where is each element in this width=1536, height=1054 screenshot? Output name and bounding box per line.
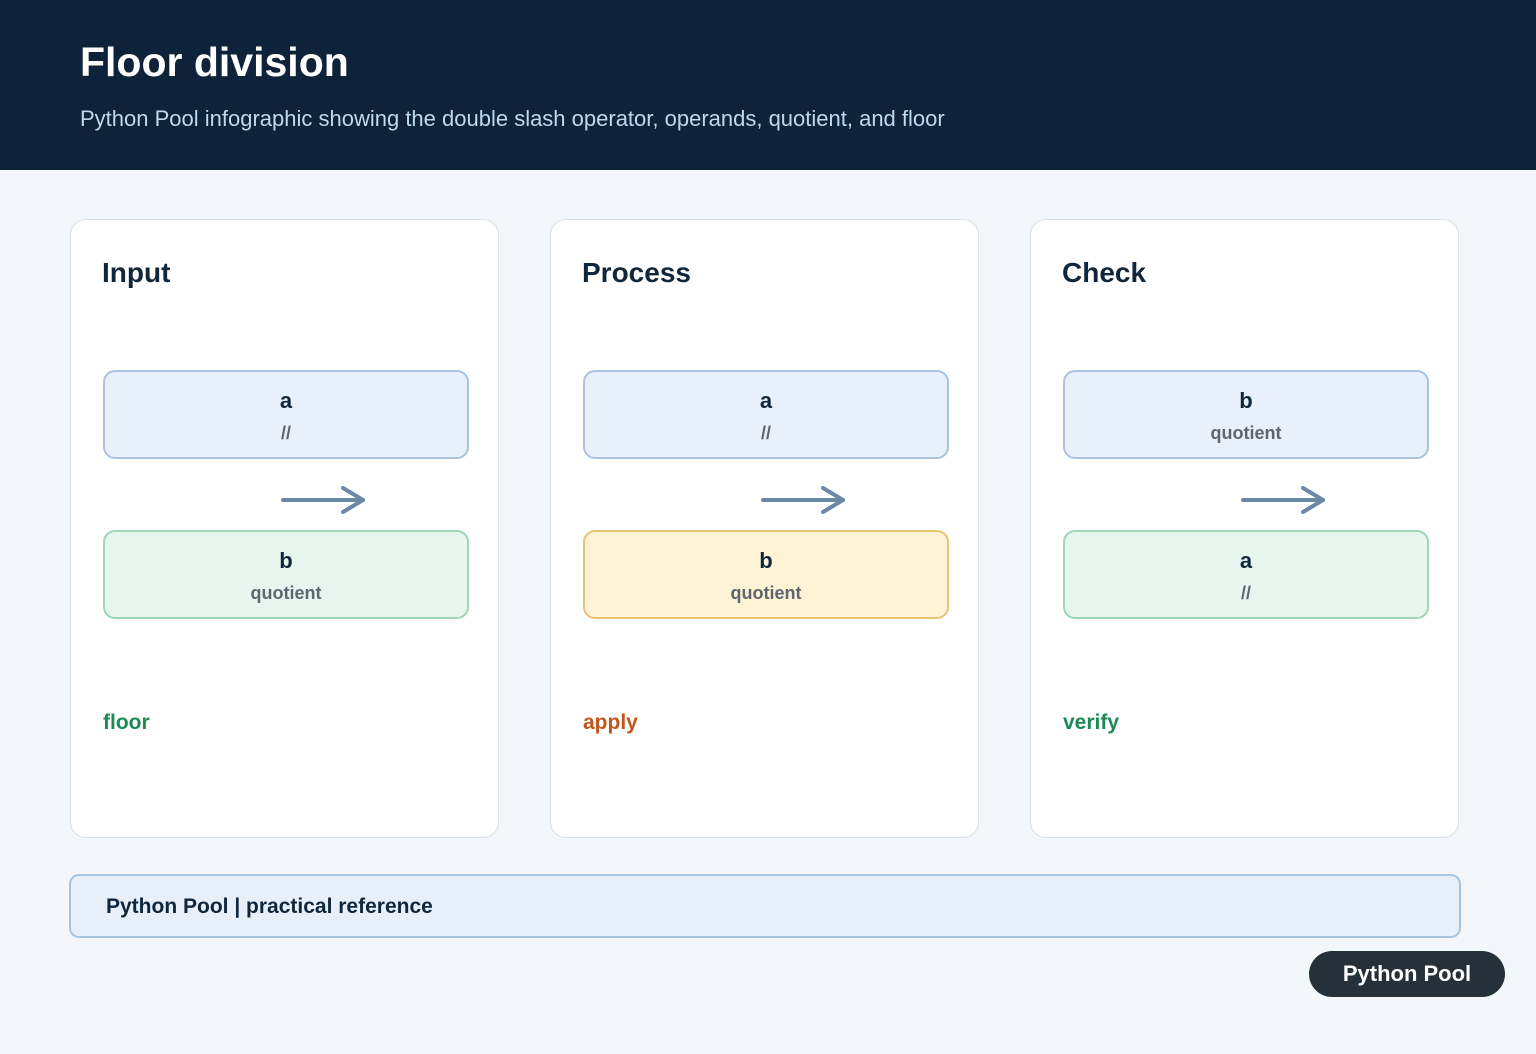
result-box: a // [1063, 530, 1429, 619]
right-arrow-icon [281, 486, 365, 514]
box-sub-label: quotient [1210, 423, 1282, 443]
page-subtitle: Python Pool infographic showing the doub… [80, 106, 945, 131]
card-process: Process a // b quotient apply [550, 219, 979, 838]
card-tag: floor [103, 711, 150, 734]
box-main-label: a [279, 388, 293, 413]
header-banner: Floor division Python Pool infographic s… [0, 0, 1536, 170]
card-input: Input a // b quotient floor [70, 219, 499, 838]
box-main-label: b [759, 548, 773, 573]
page-title: Floor division [80, 39, 349, 85]
card-title: Input [102, 257, 171, 288]
footer-text: Python Pool | practical reference [106, 895, 433, 918]
card-title: Process [582, 257, 691, 288]
result-box: b quotient [583, 530, 949, 619]
card-tag: verify [1063, 711, 1120, 734]
operand-box: a // [583, 370, 949, 459]
brand-badge: Python Pool [1309, 951, 1505, 997]
card-check: Check b quotient a // verify [1030, 219, 1459, 838]
operand-box: a // [103, 370, 469, 459]
card-tag: apply [583, 711, 638, 734]
box-main-label: a [1239, 548, 1253, 573]
card-title: Check [1062, 257, 1147, 288]
box-main-label: a [759, 388, 773, 413]
box-sub-label: // [1240, 583, 1251, 603]
box-sub-label: quotient [250, 583, 322, 603]
operand-box: b quotient [1063, 370, 1429, 459]
right-arrow-icon [1241, 486, 1325, 514]
result-box: b quotient [103, 530, 469, 619]
right-arrow-icon [761, 486, 845, 514]
box-main-label: b [279, 548, 293, 573]
box-sub-label: // [760, 423, 771, 443]
box-main-label: b [1239, 388, 1253, 413]
box-sub-label: quotient [730, 583, 802, 603]
footer-bar: Python Pool | practical reference [69, 874, 1461, 938]
box-sub-label: // [280, 423, 291, 443]
